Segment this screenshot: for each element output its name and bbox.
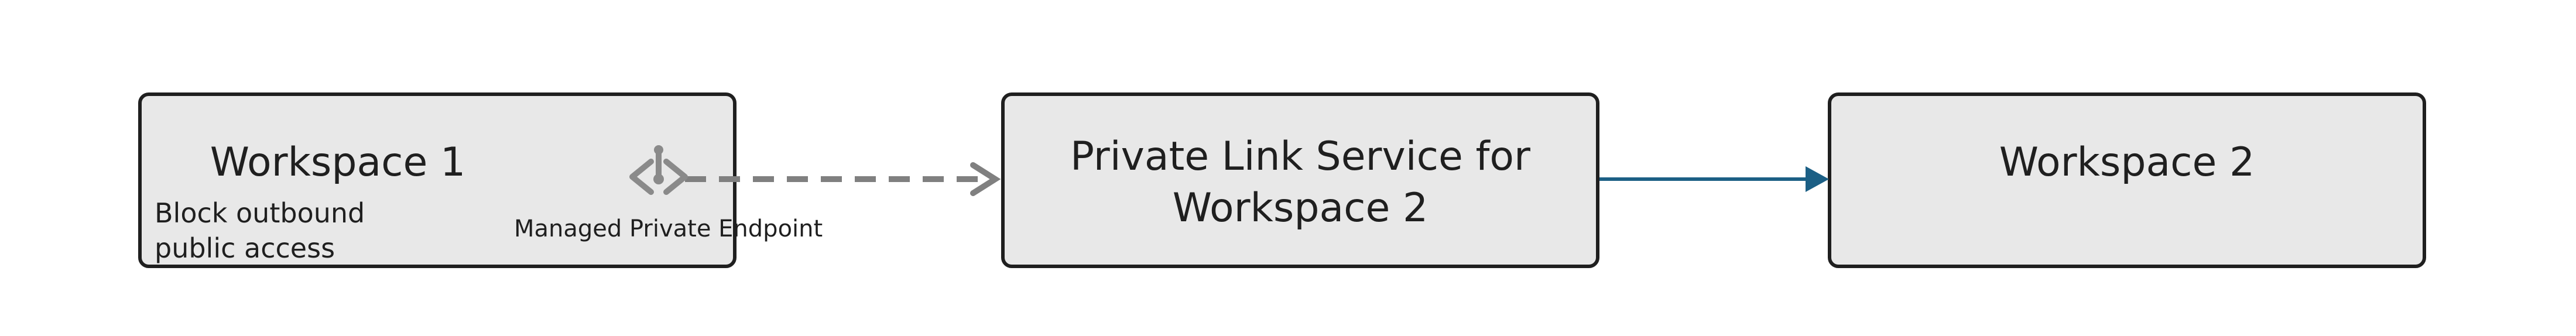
managed-private-endpoint-label: Managed Private Endpoint [514, 215, 823, 242]
diagram-canvas: Workspace 1 Block outbound public access… [0, 0, 2576, 336]
edges-layer [629, 145, 1829, 196]
edge-private-link-to-workspace2 [1599, 166, 1829, 192]
private-endpoint-icon [629, 145, 688, 195]
edge-workspace1-to-private-link [685, 162, 1001, 196]
